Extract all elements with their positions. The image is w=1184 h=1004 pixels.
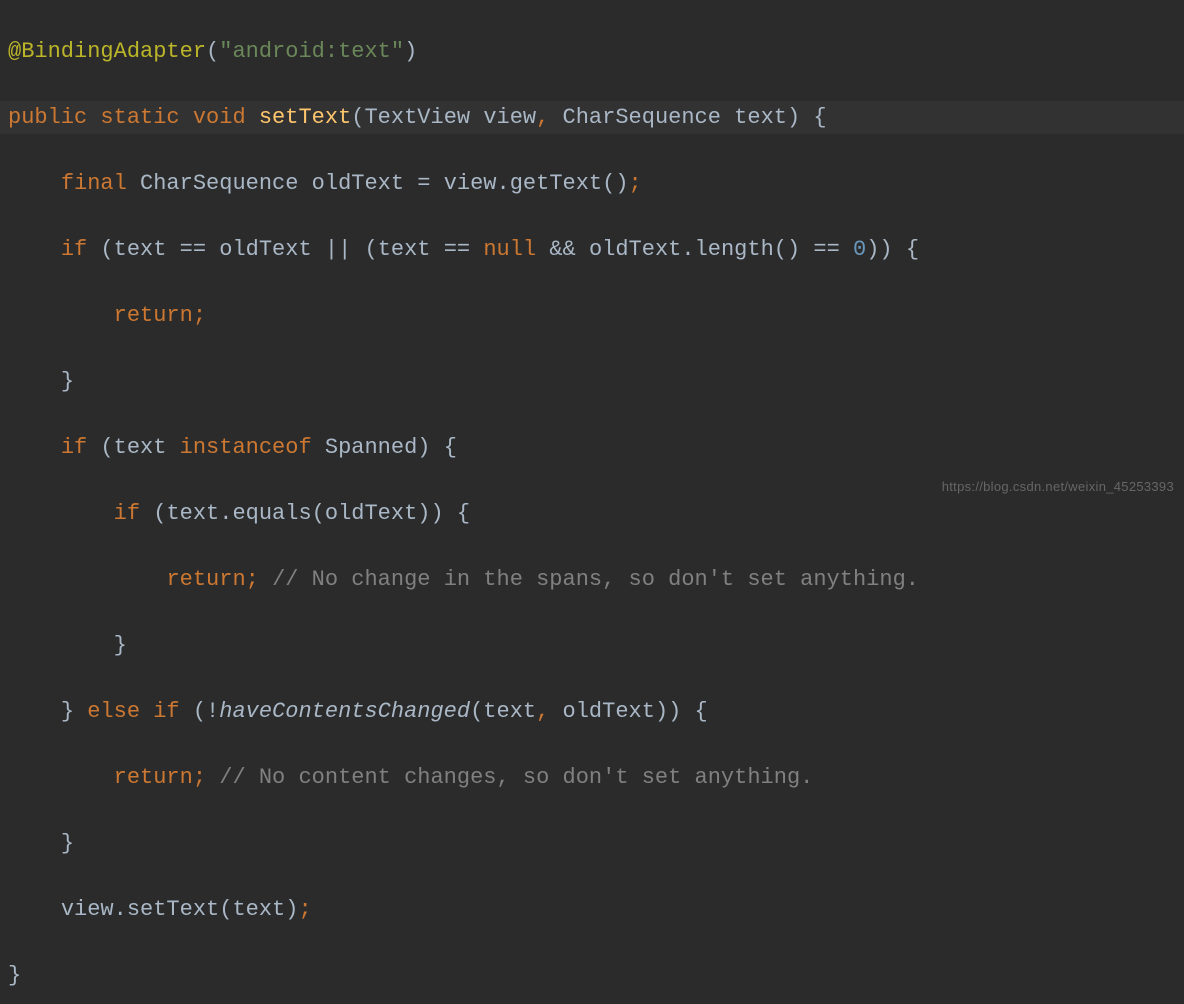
annotation: @BindingAdapter — [8, 39, 206, 64]
code-line-5[interactable]: return; — [0, 299, 1184, 332]
method-name: setText — [259, 105, 351, 130]
code-line-4[interactable]: if (text == oldText || (text == null && … — [0, 233, 1184, 266]
watermark: https://blog.csdn.net/weixin_45253393 — [942, 477, 1174, 497]
comment: // No change in the spans, so don't set … — [272, 567, 919, 592]
string-literal: "android:text" — [219, 39, 404, 64]
code-line-3[interactable]: final CharSequence oldText = view.getTex… — [0, 167, 1184, 200]
code-line-9[interactable]: return; // No change in the spans, so do… — [0, 563, 1184, 596]
code-line-12[interactable]: return; // No content changes, so don't … — [0, 761, 1184, 794]
code-line-10[interactable]: } — [0, 629, 1184, 662]
code-line-1[interactable]: @BindingAdapter("android:text") — [0, 35, 1184, 68]
static-method-call: haveContentsChanged — [219, 699, 470, 724]
code-line-11[interactable]: } else if (!haveContentsChanged(text, ol… — [0, 695, 1184, 728]
code-editor[interactable]: @BindingAdapter("android:text") public s… — [0, 2, 1184, 1004]
code-line-7[interactable]: if (text instanceof Spanned) { — [0, 431, 1184, 464]
code-line-14[interactable]: view.setText(text); — [0, 893, 1184, 926]
comment: // No content changes, so don't set anyt… — [219, 765, 813, 790]
code-line-13[interactable]: } — [0, 827, 1184, 860]
code-line-6[interactable]: } — [0, 365, 1184, 398]
code-line-15[interactable]: } — [0, 959, 1184, 992]
code-line-2[interactable]: public static void setText(TextView view… — [0, 101, 1184, 134]
